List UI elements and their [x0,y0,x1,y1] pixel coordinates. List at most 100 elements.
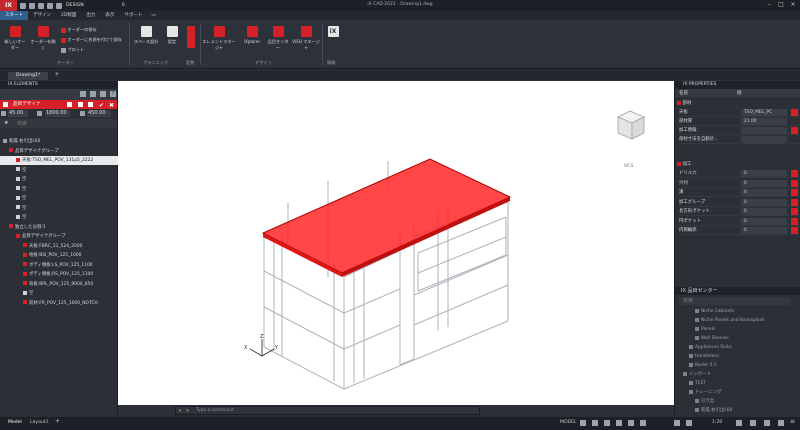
section-process[interactable]: 加工 [677,161,691,169]
grid-icon[interactable] [580,420,586,426]
property-value[interactable]: 21.00 [741,118,787,125]
tools-icon[interactable] [90,91,96,97]
item-center-node[interactable]: トレーニング [675,388,800,397]
process-value[interactable]: 0 [741,179,787,187]
redo-icon[interactable] [56,2,62,9]
item-center-search[interactable]: 検索 [679,297,791,305]
process-action-button[interactable] [791,208,798,215]
process-action-button[interactable] [791,170,798,177]
element-manager-button[interactable]: エレメントマネージャ [202,26,236,51]
workspace-icon[interactable] [736,420,742,426]
tree-item[interactable]: 品目デザイナグループ [0,147,118,156]
space-design-button[interactable]: スペース設計 [133,26,159,45]
item-center-node[interactable]: Wall Shelves [675,334,800,343]
new-tab-button[interactable]: + [54,71,59,80]
osnap-icon[interactable] [628,420,634,426]
item-center-node[interactable]: 乾燥 右引出L60 [675,406,800,415]
view-icon[interactable] [100,91,106,97]
menu-start[interactable]: スタート [0,11,28,20]
item-center-node[interactable]: インポート [675,370,800,379]
property-action-button[interactable] [791,127,798,134]
settings-button[interactable]: 設定 [163,26,181,45]
tree-item[interactable]: 空 [0,204,118,213]
process-action-button[interactable] [791,217,798,225]
depth-field[interactable]: 450.00 [87,110,111,117]
item-center-node[interactable]: Kosler 5.5 [675,361,800,370]
visu-manager-button[interactable]: VISU マネージャ [291,26,321,51]
app-logo[interactable]: IX [0,0,17,11]
process-value[interactable]: 0 [741,217,787,225]
process-value[interactable]: 0 [741,198,787,206]
tab-model[interactable]: Model [8,420,22,425]
star-icon[interactable]: ★ [4,120,8,126]
process-value[interactable]: 0 [741,170,787,177]
polar-icon[interactable] [616,420,622,426]
tree-item[interactable]: ボディ側板:RS_POV_125_1100 [0,270,118,279]
new-order-button[interactable]: 新しいオーダー [3,26,27,51]
item-center-node[interactable]: Niche Panels and Backsplash [675,316,800,325]
item-center-node[interactable]: 引き出 [675,397,800,406]
cabinet-3d-drawing[interactable]: Z X Y WCS [118,81,674,405]
hardware-icon[interactable] [764,420,770,426]
command-line[interactable]: ✕ ✎ Type a command [175,406,480,415]
tree-item[interactable]: 独立した分割:1 [0,223,118,232]
snap-icon[interactable] [592,420,598,426]
item-center-node[interactable]: TEST [675,379,800,388]
property-value[interactable] [741,127,787,134]
clean-screen-icon[interactable] [778,420,784,426]
menu-view[interactable]: 表示 [100,11,119,20]
layer-selector[interactable]: 0 [122,3,125,8]
isolate-icon[interactable] [750,420,756,426]
ixplorer-button[interactable]: iXplorer [240,26,264,44]
process-action-button[interactable] [791,179,798,187]
item-center-node[interactable]: Panels [675,325,800,334]
command-settings-icon[interactable]: ✎ [186,408,190,415]
tree-item[interactable]: 背板:BPL_POV_125_9000_850 [0,280,118,289]
open-order-button[interactable]: オーダーを開く [30,26,56,51]
tree-item[interactable]: 天板:TSO_MEL_POV_131p5_2222 [0,156,118,165]
minimize-button[interactable]: – [764,1,774,9]
hide-icon[interactable] [88,102,93,107]
tab-drawing1[interactable]: Drawing1* [8,72,49,80]
elements-search[interactable]: ★ 検索 [0,119,117,128]
maximize-button[interactable]: □ [776,1,786,9]
process-action-button[interactable] [791,227,798,234]
tree-item[interactable]: 地板:BSI_POV_125_1000 [0,251,118,260]
tree-item[interactable]: 空 [0,175,118,184]
process-value[interactable]: 0 [741,189,787,196]
annotation-icon[interactable] [674,420,680,426]
customize-menu-icon[interactable]: ≡ [790,418,795,425]
property-action-button[interactable] [791,109,798,116]
ortho-icon[interactable] [604,420,610,426]
width-field[interactable]: 45.00 [8,110,28,117]
save-item-icon[interactable] [67,102,72,107]
tree-item[interactable]: 天板:FBRC_11_524_2000 [0,242,118,251]
new-file-icon[interactable] [20,2,26,9]
viewcube[interactable] [617,110,645,140]
tree-item[interactable]: 品目デザイナグループ [0,232,118,241]
scale-selector[interactable]: 1:20 [712,420,722,425]
process-value[interactable]: 0 [741,227,787,234]
process-action-button[interactable] [791,189,798,196]
tree-item[interactable]: 空 [0,166,118,175]
tab-layout1[interactable]: Layout1 [30,420,49,425]
add-layout-button[interactable]: + [55,418,60,425]
save-order-button[interactable]: オーダーの保存 [61,27,97,33]
close-command-icon[interactable]: ✕ [178,408,182,415]
wcs-label[interactable]: WCS [624,163,634,168]
menu-support[interactable]: サポート [119,11,147,20]
property-value[interactable]: TSO_MEL_PC [741,109,787,116]
height-field[interactable]: 1800.00 [45,110,70,117]
help-icon[interactable]: ? [110,91,116,97]
drawing-viewport[interactable]: Z X Y WCS [118,81,674,405]
section-material[interactable]: 部材 [677,100,691,108]
filter-icon[interactable] [80,91,86,97]
eye-icon[interactable] [78,102,83,107]
menu-output[interactable]: 出力 [81,11,100,20]
save-order-as-button[interactable]: オーダーに名前を付けて保存 [61,37,122,43]
plot-button[interactable]: プロット [61,47,84,53]
item-center-node[interactable]: Niche Cabinets [675,307,800,316]
tree-item[interactable]: 空 [0,289,118,298]
process-action-button[interactable] [791,198,798,206]
tree-item[interactable]: ボディ側板:LS_POV_125_1100 [0,261,118,270]
